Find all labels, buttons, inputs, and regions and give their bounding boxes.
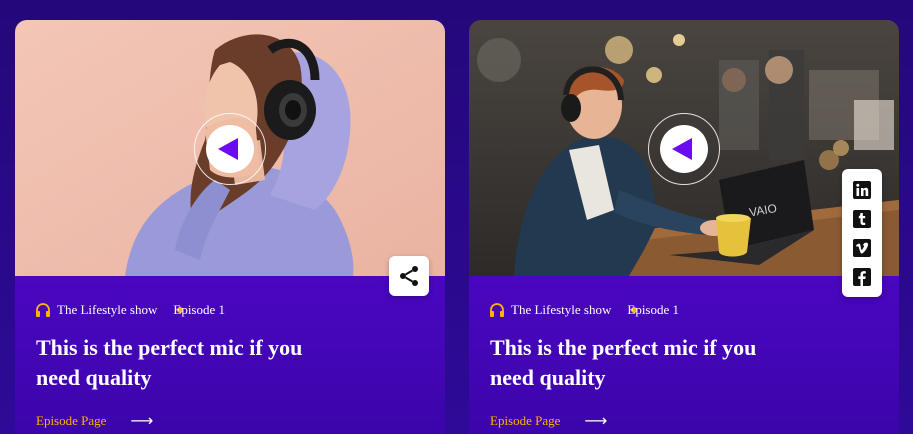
- episode-page-link[interactable]: Episode Page ⟶: [490, 411, 607, 430]
- arrow-right-icon: ⟶: [130, 411, 154, 430]
- play-icon: [218, 138, 238, 160]
- episode-meta: The Lifestyle show Episode 1: [35, 302, 225, 318]
- episode-page-label: Episode Page: [490, 412, 561, 428]
- play-button[interactable]: [648, 113, 720, 185]
- linkedin-icon[interactable]: [852, 180, 872, 200]
- episode-title[interactable]: This is the perfect mic if you need qual…: [490, 333, 800, 393]
- episode-number: Episode 1: [173, 302, 226, 317]
- episode-page-link[interactable]: Episode Page ⟶: [36, 411, 153, 430]
- share-button[interactable]: [389, 256, 429, 296]
- headphones-icon: [490, 303, 504, 317]
- play-button[interactable]: [194, 113, 266, 185]
- episode-meta: The Lifestyle show Episode 1: [489, 302, 679, 318]
- show-name[interactable]: The Lifestyle show: [57, 302, 157, 318]
- episode-card: The Lifestyle show Episode 1 This is the…: [15, 20, 445, 434]
- episode-page-label: Episode Page: [36, 412, 107, 428]
- show-name[interactable]: The Lifestyle show: [511, 302, 611, 318]
- episode-number: Episode 1: [627, 302, 680, 317]
- arrow-right-icon: ⟶: [584, 411, 608, 430]
- play-icon: [672, 138, 692, 160]
- headphones-icon: [36, 303, 50, 317]
- social-share-menu: [842, 169, 882, 297]
- episode-card: VAIO The Lifestyle show Episode 1 This i…: [469, 20, 899, 434]
- episode-title[interactable]: This is the perfect mic if you need qual…: [36, 333, 346, 393]
- facebook-icon[interactable]: [852, 267, 872, 287]
- tumblr-icon[interactable]: [852, 209, 872, 229]
- vimeo-icon[interactable]: [852, 238, 872, 258]
- share-icon: [400, 266, 418, 286]
